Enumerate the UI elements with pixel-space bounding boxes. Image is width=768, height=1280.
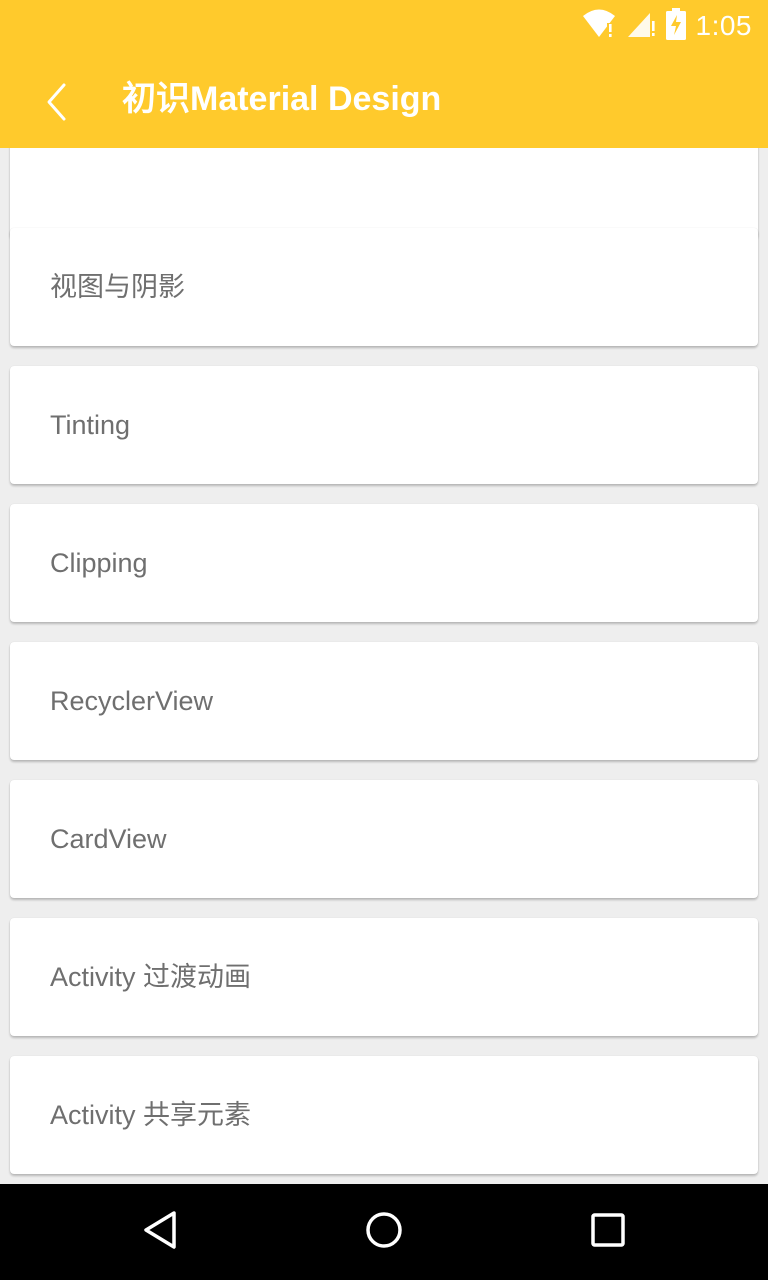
toolbar-title: 初识Material Design	[122, 80, 442, 118]
status-icons: 1:05	[582, 7, 753, 45]
app-header: 1:05 初识Material Design	[0, 0, 768, 148]
list-item-card[interactable]: CardView	[10, 780, 758, 898]
wifi-icon	[582, 9, 616, 44]
list-item-label: Clipping	[50, 548, 148, 578]
toolbar: 初识Material Design	[0, 50, 768, 148]
list-item-label: CardView	[50, 824, 167, 854]
list-item-label: 视图与阴影	[50, 272, 185, 302]
back-chevron-icon	[44, 82, 68, 127]
list-item-label: RecyclerView	[50, 686, 214, 716]
recents-square-icon	[590, 1212, 626, 1253]
list-item-card[interactable]: Clipping	[10, 504, 758, 622]
battery-charging-icon	[665, 7, 686, 45]
list-item-card[interactable]	[10, 148, 758, 238]
list-item-card[interactable]: Tinting	[10, 366, 758, 484]
list-item-label: Tinting	[50, 410, 131, 440]
list-item-card[interactable]: Activity 共享元素	[10, 1056, 758, 1174]
list-item-card[interactable]: RecyclerView	[10, 642, 758, 760]
back-button[interactable]	[30, 78, 82, 130]
topic-list[interactable]: 视图与阴影 Tinting Clipping RecyclerView Card…	[0, 148, 768, 1184]
cell-signal-icon	[626, 9, 656, 44]
list-item-label: Activity 共享元素	[50, 1100, 252, 1130]
nav-recents-button[interactable]	[578, 1202, 638, 1262]
nav-home-button[interactable]	[354, 1202, 414, 1262]
list-item-label: Activity 过渡动画	[50, 962, 252, 992]
navigation-bar	[0, 1184, 768, 1280]
status-bar: 1:05	[0, 0, 768, 50]
status-time: 1:05	[695, 10, 752, 41]
list-item-card[interactable]: 视图与阴影	[10, 228, 758, 346]
nav-back-button[interactable]	[130, 1202, 190, 1262]
home-circle-icon	[364, 1210, 404, 1255]
app-screen: 1:05 初识Material Design 视图与阴影 Tinting Cli…	[0, 0, 768, 1280]
back-triangle-icon	[140, 1209, 180, 1256]
list-item-card[interactable]: Activity 过渡动画	[10, 918, 758, 1036]
